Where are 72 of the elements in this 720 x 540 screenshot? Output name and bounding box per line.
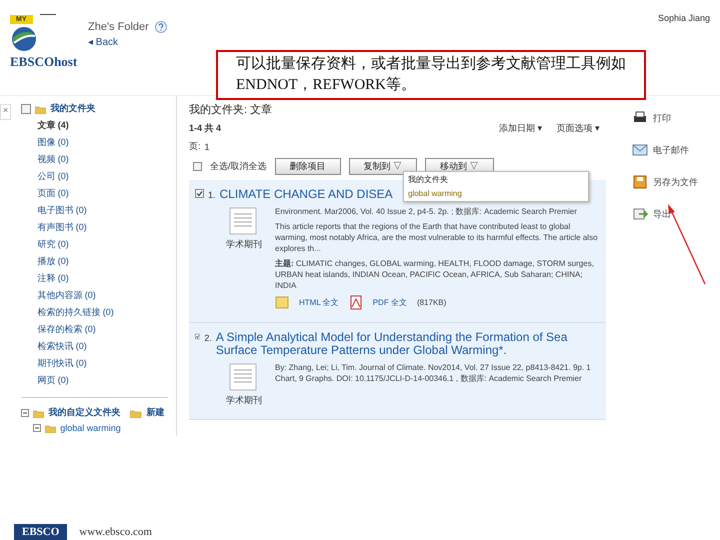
result-number: 2. xyxy=(204,333,212,343)
delete-button[interactable]: 删除项目 xyxy=(274,158,341,175)
result-abstract: This article reports that the regions of the Earth that have contributed least to global warming, most notably Africa, are the most vulnerable to its harmful effects. The article also explores th... xyxy=(275,221,599,254)
folder-icon xyxy=(45,423,56,433)
sidebar-item[interactable]: 保存的检索 (0) xyxy=(37,323,176,336)
ebsco-logo: EBSCO xyxy=(14,524,68,540)
sort-dropdown[interactable]: 添加日期 ▾ xyxy=(498,122,542,135)
tool-link[interactable]: 打印 xyxy=(653,112,671,124)
sidebar-item[interactable]: 检索快讯 (0) xyxy=(37,340,176,353)
sidebar-item[interactable]: 有声图书 (0) xyxy=(37,221,176,234)
email-icon xyxy=(632,142,648,158)
folder-icon xyxy=(33,408,44,418)
sidebar-item[interactable]: 电子图书 (0) xyxy=(37,204,176,217)
collapse-tab[interactable]: × xyxy=(0,104,12,120)
sidebar-item[interactable]: 视频 (0) xyxy=(37,153,176,166)
custom-folder-item[interactable]: global warming xyxy=(60,423,121,433)
page-options-dropdown[interactable]: 页面选项 ▾ xyxy=(556,122,600,135)
annotation-callout: 可以批量保存资料，或者批量导出到参考文献管理工具例如ENDNOT，REFWORK等。 xyxy=(216,50,646,100)
result-source: By: Zhang, Lei; Li, Tim. Journal of Climate. Nov2014, Vol. 27 Issue 22, p8413-8421. 9p. 1 Chart, 9 Graphs. DOI: 10.1175/JCLI-D-14-00346.1 , 数据库: Academic Search Premier xyxy=(275,362,592,384)
tool-link[interactable]: 电子邮件 xyxy=(653,144,689,156)
copy-to-button[interactable]: 复制到 ▽ xyxy=(348,158,418,175)
html-fulltext-link[interactable]: HTML 全文 xyxy=(299,297,339,308)
result-title-link[interactable]: A Simple Analytical Model for Understanding the Formation of Sea Surface Temperature Patterns under Global Warming*. xyxy=(216,331,600,357)
html-document-icon xyxy=(275,295,289,310)
custom-folders-label: 我的自定义文件夹 xyxy=(48,406,120,419)
globe-logo-icon xyxy=(10,26,38,52)
sidebar-item[interactable]: 图像 (0) xyxy=(37,136,176,149)
new-folder-link[interactable]: 新建 xyxy=(146,406,164,419)
publication-type: 学术期刊 xyxy=(226,394,262,407)
sidebar-item[interactable]: 播放 (0) xyxy=(37,255,176,268)
footer-url: www.ebsco.com xyxy=(79,526,152,538)
result-range: 1-4 共 4 xyxy=(189,122,222,135)
export-icon xyxy=(632,206,648,222)
pdf-document-icon xyxy=(348,295,363,310)
sidebar-item[interactable]: 研究 (0) xyxy=(37,238,176,251)
result-subjects: 主题: CLIMATIC changes, GLOBAL warming, HEALTH, FLOOD damage, STORM surges, URBAN heat islands, INDIAN Ocean, PACIFIC Ocean, AFRICA, Sub Saharan; CHINA; INDIA xyxy=(275,258,595,291)
select-all-checkbox[interactable] xyxy=(193,162,202,171)
back-link[interactable]: ◂ Back xyxy=(88,36,167,48)
collapse-toggle[interactable] xyxy=(21,104,32,114)
select-all-label[interactable]: 全选/取消全选 xyxy=(210,160,267,173)
sidebar-item[interactable]: 网页 (0) xyxy=(37,374,176,387)
sidebar-item[interactable]: 文章 (4) xyxy=(37,119,176,132)
sidebar-item[interactable]: 页面 (0) xyxy=(37,187,176,200)
sidebar-item[interactable]: 期刊快讯 (0) xyxy=(37,357,176,370)
folder-icon xyxy=(35,104,46,114)
sidebar-item[interactable]: 公司 (0) xyxy=(37,170,176,183)
result-title-link[interactable]: CLIMATE CHANGE AND DISEA xyxy=(220,188,393,201)
folder-title: Zhe's Folder xyxy=(88,21,149,33)
user-name: Sophia Jiang xyxy=(658,13,710,23)
new-folder-icon xyxy=(130,408,144,418)
result-number: 1. xyxy=(208,190,216,200)
ebscohost-logo: EBSCOhost xyxy=(10,54,78,70)
menu-item[interactable]: global warming xyxy=(408,189,584,198)
folder-label[interactable]: 我的文件夹 xyxy=(50,102,96,115)
page-number[interactable]: 1 xyxy=(204,142,210,152)
result-checkbox[interactable] xyxy=(195,332,200,341)
file-size: (817KB) xyxy=(416,297,446,308)
pdf-fulltext-link[interactable]: PDF 全文 xyxy=(372,297,407,308)
collapse-toggle-icon[interactable] xyxy=(21,408,30,416)
sidebar-item[interactable]: 注释 (0) xyxy=(37,272,176,285)
sidebar-item[interactable]: 其他内容源 (0) xyxy=(37,289,176,302)
publication-type: 学术期刊 xyxy=(226,238,262,251)
tool-link[interactable]: 另存为文件 xyxy=(653,176,698,188)
tool-link[interactable]: 导出 xyxy=(653,208,671,220)
result-source: Environment. Mar2006, Vol. 40 Issue 2, p4-5. 2p. ; 数据库: Academic Search Premier xyxy=(275,206,578,217)
page-heading: 我的文件夹: 文章 xyxy=(189,102,274,117)
menu-item[interactable]: 我的文件夹 xyxy=(408,174,584,185)
help-icon xyxy=(154,21,167,33)
page-label: 页: xyxy=(189,140,201,153)
sidebar-item[interactable]: 检索的持久链接 (0) xyxy=(37,306,176,319)
result-checkbox[interactable] xyxy=(195,189,204,198)
collapse-toggle-icon[interactable] xyxy=(33,424,42,432)
